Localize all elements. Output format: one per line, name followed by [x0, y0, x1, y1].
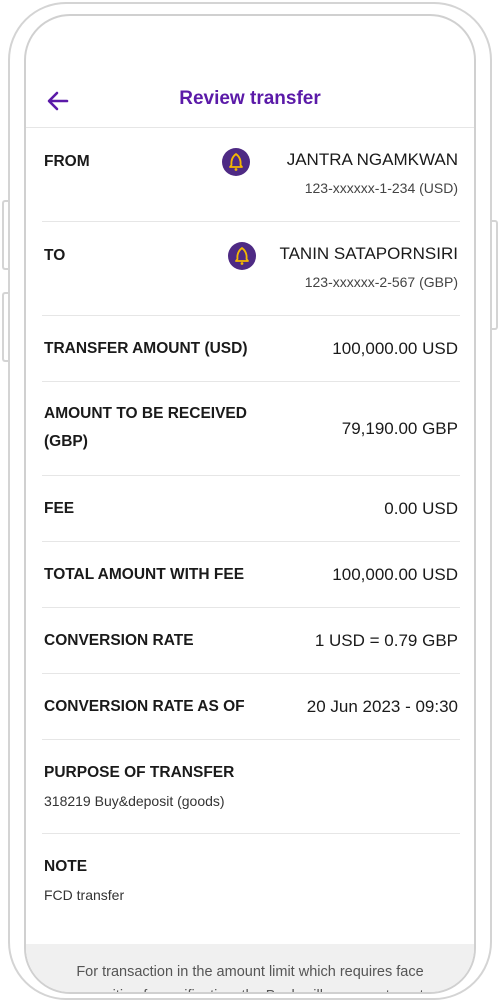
fee-label: FEE [44, 500, 75, 517]
conversion-rate-date-label: CONVERSION RATE AS OF [44, 698, 245, 715]
to-row: TO TANIN SATAPORNSIRI 123-xxxxxx-2-567 (… [42, 222, 460, 316]
bank-logo-icon [228, 242, 256, 270]
amount-received-label-currency: (GBP) [44, 433, 88, 450]
note-row: NOTE FCD transfer [42, 834, 460, 928]
transfer-amount-value: 100,000.00 USD [332, 339, 458, 358]
conversion-rate-value: 1 USD = 0.79 GBP [314, 631, 458, 650]
amount-received-label: AMOUNT TO BE RECEIVED [44, 405, 247, 422]
from-label: FROM [44, 153, 90, 170]
review-transfer-screen: Review transfer FROM JANTRA NGAMKWAN 123… [26, 16, 474, 992]
total-amount-row: TOTAL AMOUNT WITH FEE 100,000.00 USD [42, 542, 460, 608]
fee-row: FEE 0.00 USD [42, 476, 460, 542]
total-amount-label: TOTAL AMOUNT WITH FEE [44, 566, 245, 583]
from-account-name: JANTRA NGAMKWAN [286, 150, 458, 169]
purpose-label: PURPOSE OF TRANSFER [44, 764, 235, 781]
face-recognition-notice: For transaction in the amount limit whic… [26, 944, 474, 992]
note-value: FCD transfer [44, 887, 125, 903]
from-account-number: 123-xxxxxx-1-234 (USD) [304, 180, 458, 196]
phone-power-button [492, 220, 498, 330]
amount-received-value: 79,190.00 GBP [341, 419, 458, 438]
from-row: FROM JANTRA NGAMKWAN 123-xxxxxx-1-234 (U… [42, 128, 460, 222]
bank-logo-icon [222, 148, 250, 176]
phone-volume-down-button [2, 292, 8, 362]
to-account-number: 123-xxxxxx-2-567 (GBP) [304, 274, 458, 290]
purpose-row: PURPOSE OF TRANSFER 318219 Buy&deposit (… [42, 740, 460, 834]
conversion-rate-date-value: 20 Jun 2023 - 09:30 [306, 697, 458, 716]
conversion-rate-label: CONVERSION RATE [44, 632, 194, 649]
transfer-amount-row: TRANSFER AMOUNT (USD) 100,000.00 USD [42, 316, 460, 382]
amount-received-row: AMOUNT TO BE RECEIVED (GBP) 79,190.00 GB… [42, 382, 460, 476]
note-label: NOTE [44, 858, 88, 875]
page-title: Review transfer [179, 88, 321, 109]
app-header: Review transfer [26, 74, 474, 128]
conversion-rate-row: CONVERSION RATE 1 USD = 0.79 GBP [42, 608, 460, 674]
fee-value: 0.00 USD [384, 499, 458, 518]
phone-screen-frame: Review transfer FROM JANTRA NGAMKWAN 123… [24, 14, 476, 994]
to-account-name: TANIN SATAPORNSIRI [279, 244, 458, 263]
conversion-rate-date-row: CONVERSION RATE AS OF 20 Jun 2023 - 09:3… [42, 674, 460, 740]
transfer-amount-label: TRANSFER AMOUNT (USD) [44, 340, 248, 357]
notice-text: For transaction in the amount limit whic… [68, 964, 432, 992]
purpose-value: 318219 Buy&deposit (goods) [44, 793, 225, 809]
to-label: TO [44, 247, 66, 264]
total-amount-value: 100,000.00 USD [332, 565, 458, 584]
phone-volume-up-button [2, 200, 8, 270]
transfer-details: FROM JANTRA NGAMKWAN 123-xxxxxx-1-234 (U… [42, 128, 460, 928]
